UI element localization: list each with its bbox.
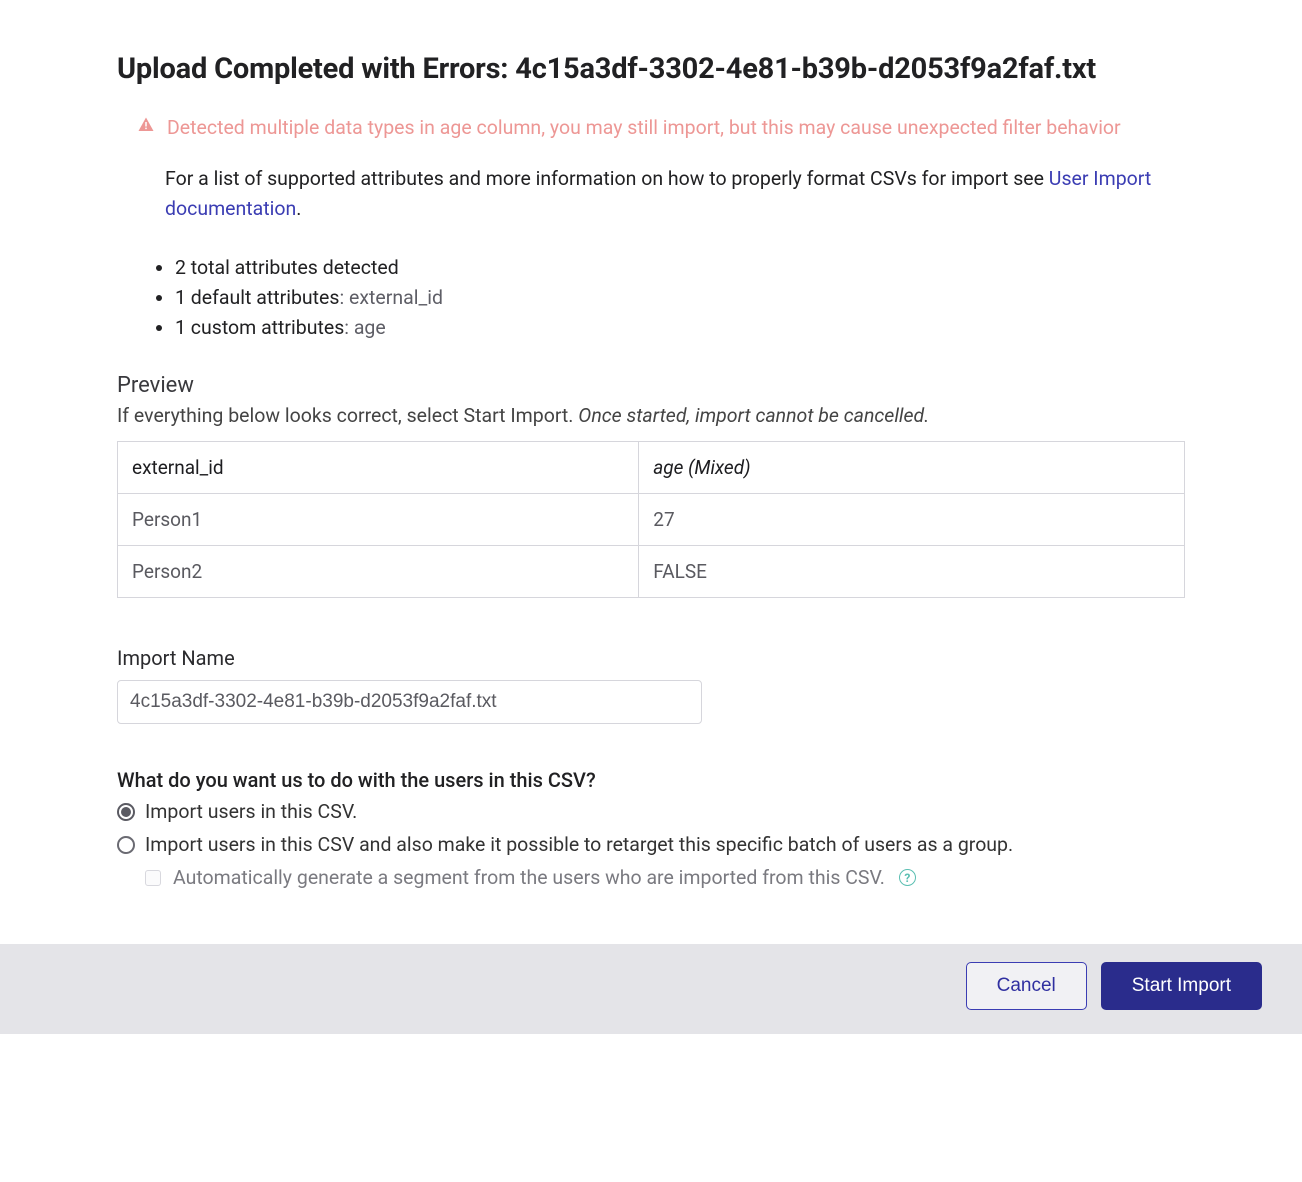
cell-age: 27 (639, 494, 1185, 546)
checkbox-label: Automatically generate a segment from th… (173, 866, 885, 889)
radio-label: Import users in this CSV and also make i… (145, 833, 1013, 856)
attr-custom: 1 custom attributes: age (175, 313, 1185, 343)
radio-import-and-retarget[interactable]: Import users in this CSV and also make i… (117, 833, 1185, 856)
cell-age: FALSE (639, 546, 1185, 598)
import-name-input[interactable] (117, 680, 702, 724)
help-icon[interactable]: ? (899, 869, 916, 886)
what-to-do-heading: What do you want us to do with the users… (117, 768, 1185, 792)
help-suffix: . (296, 197, 301, 220)
cell-external-id: Person1 (118, 494, 639, 546)
warning-banner: Detected multiple data types in age colu… (137, 114, 1185, 142)
preview-table: external_id age (Mixed) Person1 27 Perso… (117, 441, 1185, 598)
preview-instruction: If everything below looks correct, selec… (117, 404, 1185, 427)
help-prefix: For a list of supported attributes and m… (165, 167, 1049, 190)
warning-icon (137, 114, 155, 138)
radio-icon (117, 803, 135, 821)
table-header-row: external_id age (Mixed) (118, 442, 1185, 494)
warning-text: Detected multiple data types in age colu… (167, 114, 1121, 142)
import-name-label: Import Name (117, 646, 1185, 670)
attributes-summary: 2 total attributes detected 1 default at… (153, 253, 1185, 344)
cell-external-id: Person2 (118, 546, 639, 598)
auto-segment-checkbox-row[interactable]: Automatically generate a segment from th… (145, 866, 1185, 889)
attr-total: 2 total attributes detected (175, 253, 1185, 283)
col-age: age (Mixed) (639, 442, 1185, 494)
help-text: For a list of supported attributes and m… (165, 164, 1185, 224)
attr-default: 1 default attributes: external_id (175, 283, 1185, 313)
radio-label: Import users in this CSV. (145, 800, 357, 823)
cancel-button[interactable]: Cancel (966, 962, 1087, 1010)
table-row: Person1 27 (118, 494, 1185, 546)
table-row: Person2 FALSE (118, 546, 1185, 598)
start-import-button[interactable]: Start Import (1101, 962, 1262, 1010)
page-title: Upload Completed with Errors: 4c15a3df-3… (117, 52, 1185, 86)
checkbox-icon (145, 870, 161, 886)
footer-actions: Cancel Start Import (0, 944, 1302, 1034)
col-external-id: external_id (118, 442, 639, 494)
radio-import-only[interactable]: Import users in this CSV. (117, 800, 1185, 823)
radio-icon (117, 836, 135, 854)
preview-heading: Preview (117, 373, 1185, 398)
